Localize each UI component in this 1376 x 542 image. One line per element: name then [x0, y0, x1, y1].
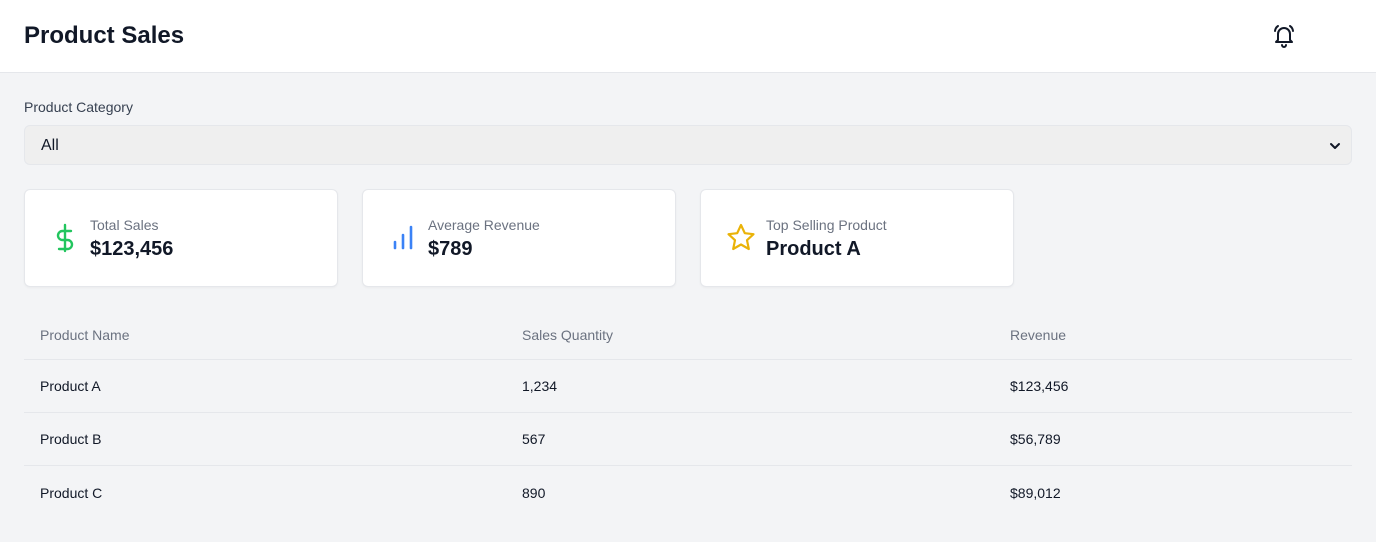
- stat-value: $123,456: [90, 238, 174, 260]
- product-name-cell: Product A: [40, 378, 101, 394]
- column-header-sales-quantity: Sales Quantity: [522, 326, 614, 343]
- dollar-icon: [49, 222, 81, 254]
- product-sales-table: Product Name Sales Quantity Revenue Prod…: [24, 310, 1352, 519]
- star-icon: [725, 222, 757, 254]
- revenue-cell: $56,789: [1010, 431, 1061, 447]
- column-header-revenue: Revenue: [1010, 326, 1067, 343]
- app-header: Product Sales: [0, 0, 1376, 73]
- table-row: Product A 1,234 $123,456: [24, 360, 1352, 413]
- sales-quantity-cell: 567: [522, 431, 546, 447]
- stat-label: Top Selling Product: [766, 217, 887, 233]
- revenue-cell: $89,012: [1010, 484, 1061, 501]
- column-header-product-name: Product Name: [40, 326, 130, 343]
- page-title: Product Sales: [24, 22, 185, 49]
- category-select[interactable]: All: [24, 125, 1352, 165]
- revenue-cell: $123,456: [1010, 378, 1069, 394]
- stat-card-top-selling-product: Top Selling Product Product A: [700, 189, 1014, 287]
- chevron-down-icon: [1329, 139, 1341, 153]
- product-name-cell: Product C: [40, 484, 103, 501]
- bell-icon[interactable]: [1270, 22, 1298, 50]
- category-select-value: All: [41, 137, 59, 154]
- stat-value: Product A: [766, 238, 861, 260]
- category-filter-label: Product Category: [24, 99, 133, 115]
- stat-card-total-sales: Total Sales $123,456: [24, 189, 338, 287]
- table-header-row: Product Name Sales Quantity Revenue: [24, 310, 1352, 360]
- stat-label: Average Revenue: [428, 217, 540, 233]
- stat-card-average-revenue: Average Revenue $789: [362, 189, 676, 287]
- stat-value: $789: [428, 238, 473, 260]
- table-row: Product C 890 $89,012: [24, 466, 1352, 519]
- bar-chart-icon: [387, 222, 419, 254]
- table-row: Product B 567 $56,789: [24, 413, 1352, 466]
- stat-label: Total Sales: [90, 217, 159, 233]
- product-name-cell: Product B: [40, 431, 102, 447]
- sales-quantity-cell: 890: [522, 484, 546, 501]
- sales-quantity-cell: 1,234: [522, 378, 558, 394]
